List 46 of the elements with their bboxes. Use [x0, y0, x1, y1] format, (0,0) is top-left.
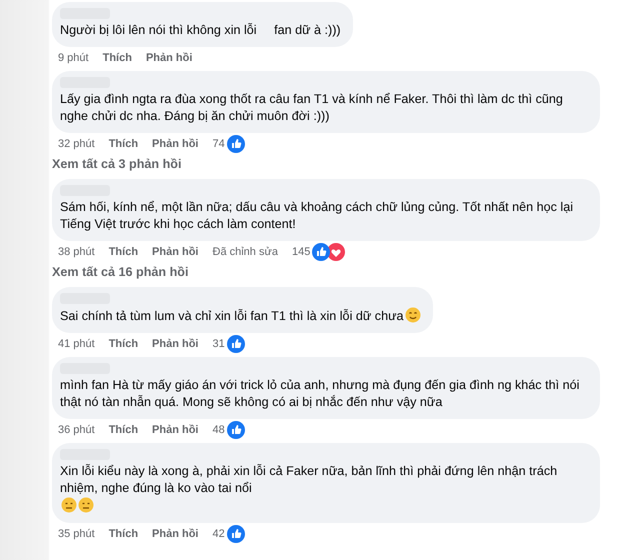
- blurred-name: [60, 363, 110, 374]
- reply-link[interactable]: Phản hồi: [152, 528, 198, 540]
- neutral-emoji-icon: [78, 497, 94, 513]
- blurred-name: [60, 185, 110, 196]
- comment-time: 36 phút: [58, 424, 95, 436]
- reply-link[interactable]: Phản hồi: [152, 424, 198, 436]
- edited-label: Đã chỉnh sửa: [212, 246, 278, 258]
- like-icon: [226, 525, 245, 543]
- like-icon: [226, 335, 245, 353]
- like-icon: [226, 421, 245, 439]
- comment-text: Xin lỗi kiểu này là xong à, phải xin lỗi cả Faker nữa, bản lĩnh thì phải đứng lên nhận trách nhiệm, nghe đúng là ko vào tai nổi: [60, 463, 558, 497]
- comment-text: mình fan Hà từ mấy giáo án với trick lỏ của anh, nhưng mà đụng đến gia đình ng khác thì nói thật nó tàn nhẫn quá. Mong sẽ không có ai bị nhắc đến như vậy nữa: [60, 377, 580, 411]
- comment-text: Sám hối, kính nể, một lần nữa; dấu câu và khoảng cách chữ lủng củng. Tốt nhất nên học lại Tiếng Việt trước khi học cách làm content!: [60, 199, 574, 233]
- view-replies-link[interactable]: Xem tất cả 3 phản hồi: [52, 157, 182, 171]
- neutral-emoji-icon: [61, 497, 77, 513]
- reply-link[interactable]: Phản hồi: [152, 246, 198, 258]
- reply-link[interactable]: Phản hồi: [152, 138, 198, 150]
- reply-link[interactable]: Phản hồi: [152, 338, 198, 350]
- like-link[interactable]: Thích: [108, 528, 138, 540]
- comment-time: 35 phút: [58, 528, 95, 540]
- like-link[interactable]: Thích: [108, 246, 138, 258]
- reaction-count: 31: [212, 338, 225, 350]
- like-link[interactable]: Thích: [108, 338, 138, 350]
- comment-text: Người bị lôi lên nói thì không xin lỗi fan dữ à :))): [60, 22, 341, 39]
- like-link[interactable]: Thích: [102, 52, 132, 64]
- comment-time: 32 phút: [58, 138, 95, 150]
- reaction-count: 74: [212, 138, 225, 150]
- like-icon: [312, 243, 330, 261]
- reaction-count: 48: [212, 424, 225, 436]
- blurred-name: [60, 293, 110, 304]
- comment-time: 9 phút: [58, 52, 89, 64]
- view-replies-link[interactable]: Xem tất cả 16 phản hồi: [52, 265, 188, 279]
- comment-text: Lấy gia đình ngta ra đùa xong thốt ra câu fan T1 và kính nể Faker. Thôi thì làm dc thì cũng nghe chửi dc nha. Đáng bị ăn chửi muôn đời :))): [60, 91, 564, 125]
- like-link[interactable]: Thích: [108, 138, 138, 150]
- like-link[interactable]: Thích: [108, 424, 138, 436]
- blurred-name: [60, 8, 110, 19]
- smiling-emoji-icon: [404, 307, 421, 323]
- comment-text: Sai chính tả tùm lum và chỉ xin lỗi fan T1 thì là xin lỗi dữ chưa: [60, 308, 404, 325]
- comment-time: 38 phút: [58, 246, 95, 258]
- reaction-count: 42: [212, 528, 225, 540]
- reply-link[interactable]: Phản hồi: [146, 52, 192, 64]
- blurred-name: [60, 449, 110, 460]
- reaction-count: 145: [292, 246, 310, 258]
- blurred-name: [60, 77, 110, 88]
- comment-time: 41 phút: [58, 338, 95, 350]
- like-icon: [226, 135, 245, 153]
